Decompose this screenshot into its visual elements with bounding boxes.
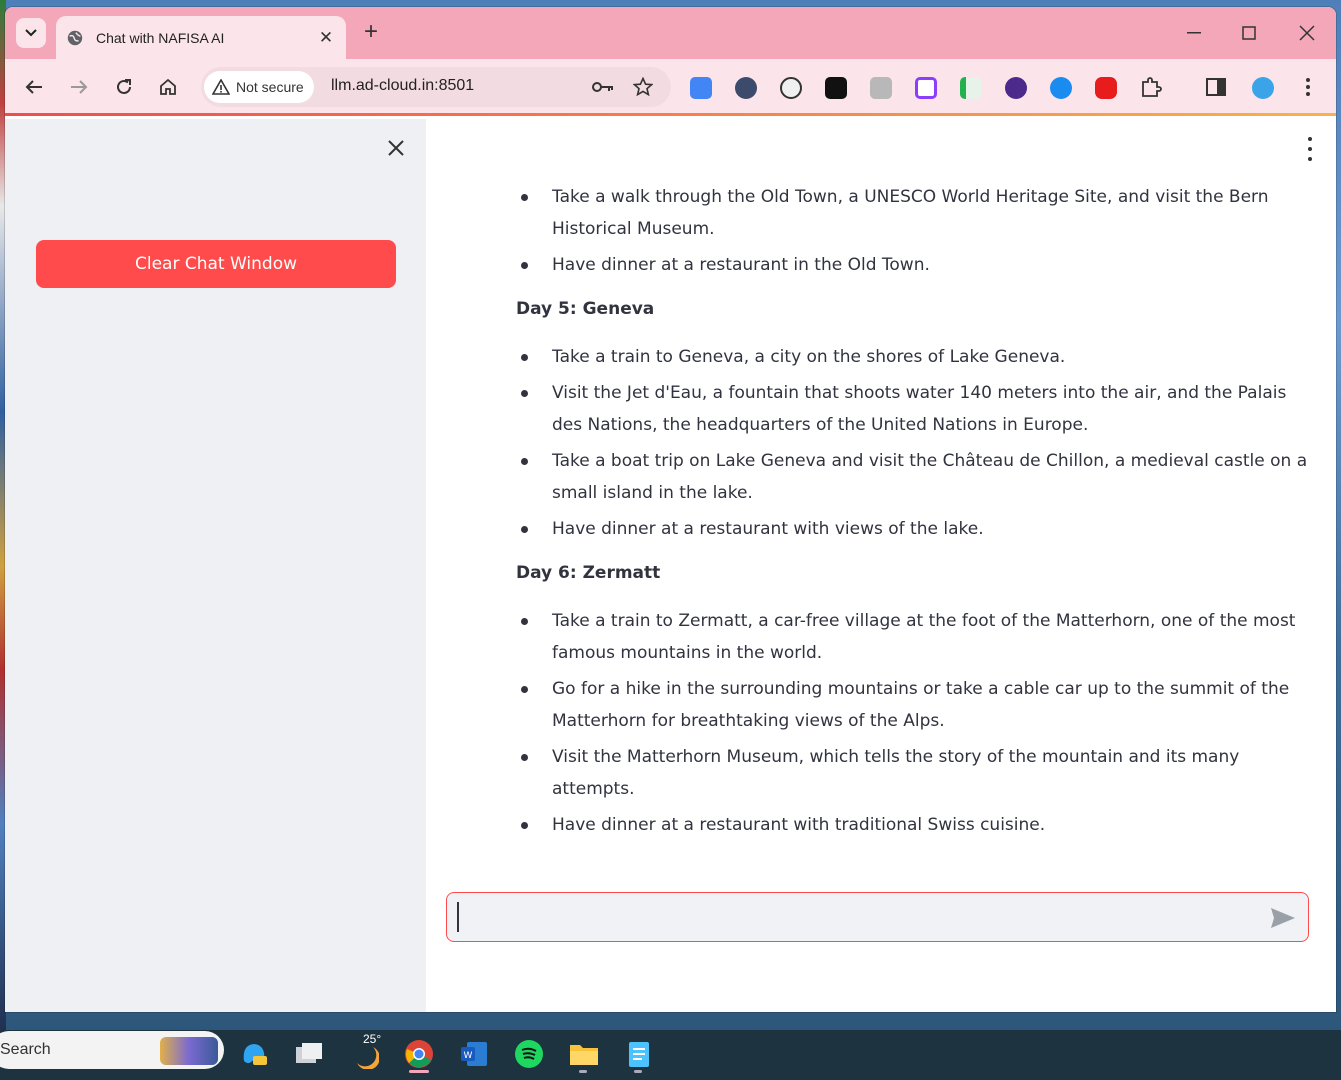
taskbar: Search 25° W	[0, 1030, 1341, 1080]
chrome-menu-button[interactable]	[1295, 74, 1321, 100]
maximize-button[interactable]	[1235, 19, 1263, 47]
security-label: Not secure	[236, 79, 304, 95]
tab-strip: Chat with NAFISA AI ✕ +	[5, 7, 1336, 59]
browser-toolbar: Not secure llm.ad-cloud.in:8501	[5, 59, 1336, 116]
cursor-extension-icon[interactable]	[735, 77, 757, 99]
assistant-message: Take a walk through the Old Town, a UNES…	[516, 181, 1316, 845]
translate-extension-icon[interactable]	[690, 77, 712, 99]
extensions-button[interactable]	[1138, 74, 1164, 100]
chrome-app-icon[interactable]	[403, 1038, 435, 1070]
list-item: Go for a hike in the surrounding mountai…	[516, 673, 1316, 737]
svg-text:W: W	[464, 1051, 473, 1061]
more-vertical-icon	[1306, 78, 1310, 96]
globe-icon	[67, 30, 83, 45]
tab-search-button[interactable]	[16, 18, 46, 48]
chat-input-container	[446, 892, 1309, 942]
plus-extension-icon[interactable]	[960, 77, 982, 99]
list-item: Visit the Matterhorn Museum, which tells…	[516, 741, 1316, 805]
close-icon	[1299, 25, 1315, 41]
search-highlight-image	[160, 1037, 218, 1065]
home-icon	[160, 78, 176, 95]
back-button[interactable]	[21, 74, 47, 100]
list-item: Take a train to Zermatt, a car-free vill…	[516, 605, 1316, 669]
hix-extension-icon[interactable]	[825, 77, 847, 99]
taskbar-search-label: Search	[0, 1041, 51, 1058]
arrow-right-icon	[71, 80, 88, 94]
list-item: Have dinner at a restaurant with traditi…	[516, 809, 1316, 841]
address-bar[interactable]: Not secure llm.ad-cloud.in:8501	[201, 67, 671, 107]
file-explorer-icon[interactable]	[568, 1038, 600, 1070]
adblock-extension-icon[interactable]	[1095, 77, 1117, 99]
bookmark-button[interactable]	[631, 75, 655, 99]
notepad-app-icon[interactable]	[623, 1038, 655, 1070]
home-button[interactable]	[155, 74, 181, 100]
list-item: Take a train to Geneva, a city on the sh…	[516, 341, 1316, 373]
chat-main: Take a walk through the Old Town, a UNES…	[426, 119, 1336, 1012]
list-item: Have dinner at a restaurant with views o…	[516, 513, 1316, 545]
weather-temp: 25°	[363, 1032, 382, 1046]
close-window-button[interactable]	[1293, 19, 1321, 47]
day5-list: Take a train to Geneva, a city on the sh…	[516, 341, 1316, 545]
side-panel-icon	[1206, 78, 1226, 96]
security-chip[interactable]: Not secure	[204, 71, 314, 103]
puzzle-icon	[1142, 77, 1162, 97]
maximize-icon	[1242, 26, 1256, 40]
minimize-icon	[1187, 32, 1201, 34]
list-item: Take a walk through the Old Town, a UNES…	[516, 181, 1316, 245]
clear-chat-button[interactable]: Clear Chat Window	[36, 240, 396, 288]
taskbar-search[interactable]: Search	[0, 1031, 224, 1069]
close-tab-icon[interactable]: ✕	[316, 28, 336, 48]
sidebar: Clear Chat Window	[5, 119, 426, 1012]
shazam-extension-icon[interactable]	[1050, 77, 1072, 99]
tab-title: Chat with NAFISA AI	[96, 29, 225, 46]
text-extension-icon[interactable]	[870, 77, 892, 99]
tab-chat-nafisa[interactable]: Chat with NAFISA AI ✕	[56, 16, 346, 59]
task-view-icon[interactable]	[293, 1038, 325, 1070]
send-icon[interactable]	[1270, 906, 1296, 930]
list-item: Have dinner at a restaurant in the Old T…	[516, 249, 1316, 281]
day6-heading: Day 6: Zermatt	[516, 563, 661, 583]
square-extension-icon[interactable]	[915, 77, 937, 99]
reload-button[interactable]	[111, 74, 137, 100]
warning-icon	[212, 79, 230, 95]
spotify-app-icon[interactable]	[513, 1038, 545, 1070]
chat-input[interactable]	[457, 902, 1247, 932]
close-icon	[388, 140, 404, 156]
close-sidebar-button[interactable]	[385, 137, 407, 159]
day6-list: Take a train to Zermatt, a car-free vill…	[516, 605, 1316, 841]
list-item: Take a boat trip on Lake Geneva and visi…	[516, 445, 1316, 509]
day5-heading: Day 5: Geneva	[516, 299, 655, 319]
forward-button[interactable]	[66, 74, 92, 100]
list-item: Visit the Jet d'Eau, a fountain that sho…	[516, 377, 1316, 441]
url-text[interactable]: llm.ad-cloud.in:8501	[331, 77, 474, 95]
key-icon	[592, 82, 613, 92]
minimize-button[interactable]	[1180, 19, 1208, 47]
chevron-down-icon	[25, 29, 37, 37]
reload-icon	[117, 79, 131, 94]
openai-extension-icon[interactable]	[780, 77, 802, 99]
explorer-running-indicator	[579, 1070, 587, 1073]
password-key-button[interactable]	[591, 75, 615, 99]
chrome-running-indicator	[409, 1070, 429, 1073]
app-menu-button[interactable]	[1304, 137, 1316, 161]
notepad-running-indicator	[634, 1070, 642, 1073]
side-panel-button[interactable]	[1203, 74, 1229, 100]
profile-avatar[interactable]	[1252, 77, 1274, 99]
copilot-app-icon[interactable]	[238, 1038, 270, 1070]
browser-window: Chat with NAFISA AI ✕ + Not secure llm.a…	[5, 7, 1336, 1012]
day4-list: Take a walk through the Old Town, a UNES…	[516, 181, 1316, 281]
more-vertical-icon	[1308, 137, 1312, 141]
new-tab-button[interactable]: +	[359, 20, 383, 45]
page-content: Clear Chat Window Take a walk through th…	[5, 119, 1336, 1012]
star-icon	[633, 77, 653, 97]
download-extension-icon[interactable]	[1005, 77, 1027, 99]
arrow-left-icon	[25, 80, 42, 94]
word-app-icon[interactable]: W	[458, 1038, 490, 1070]
